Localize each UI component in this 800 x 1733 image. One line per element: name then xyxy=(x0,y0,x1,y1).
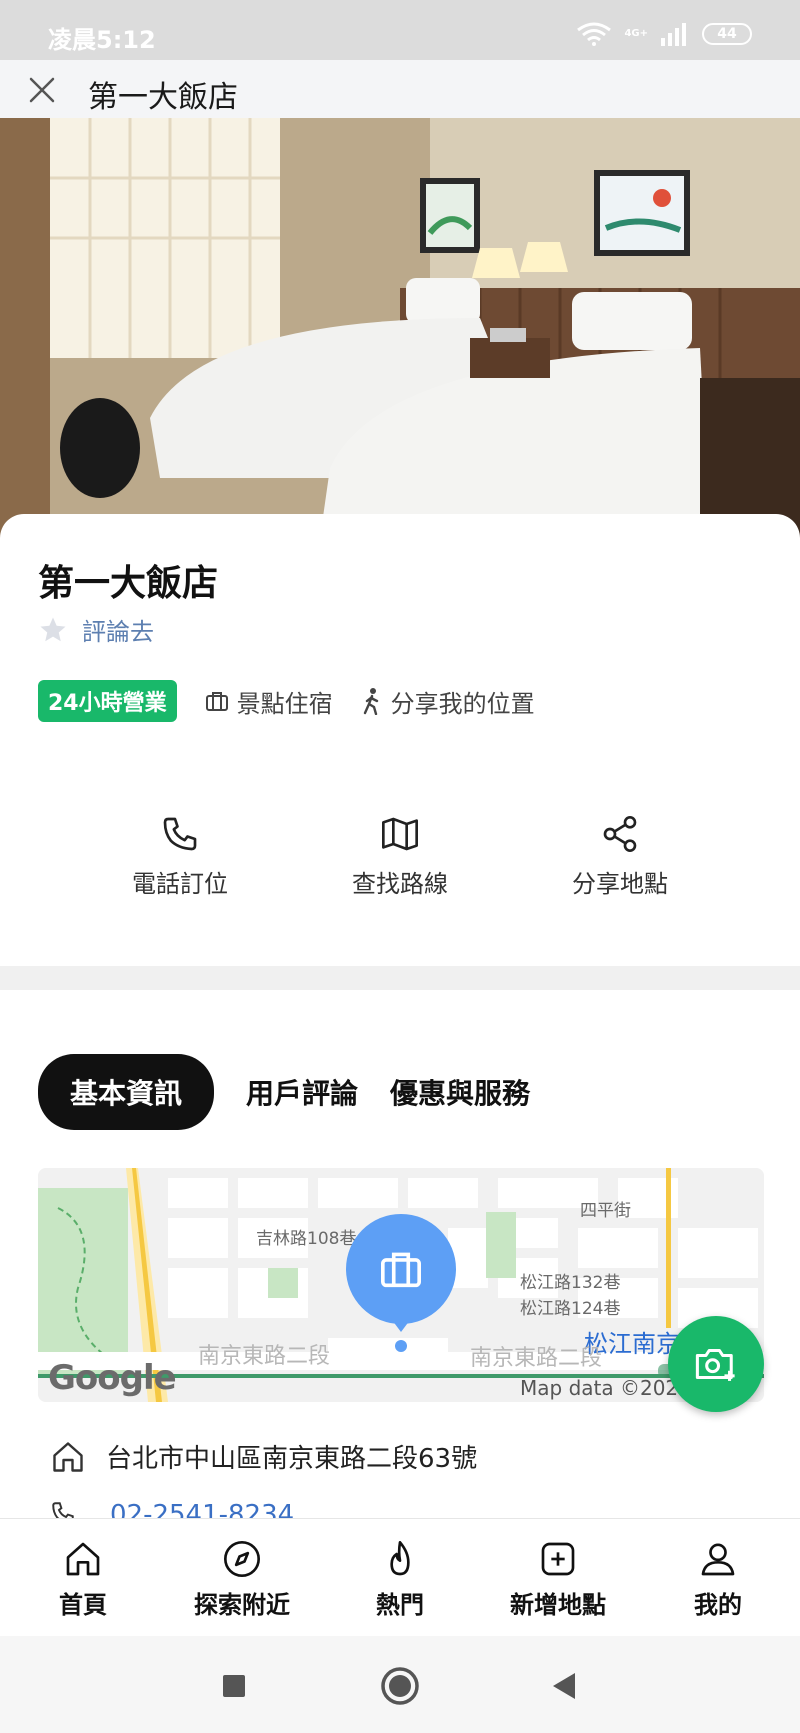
home-icon xyxy=(53,1441,83,1472)
home-system-button[interactable] xyxy=(378,1664,422,1708)
recent-apps-button[interactable] xyxy=(212,1664,256,1708)
location-map[interactable]: 吉林路108巷 四平街 松江路132巷 松江路124巷 松江南京 南京東路二段 … xyxy=(38,1168,764,1402)
square-icon xyxy=(223,1675,245,1697)
signal-icon xyxy=(661,23,686,46)
status-bar: 凌晨5:12 4G+ 44 xyxy=(0,0,800,60)
nav-explore-label: 探索附近 xyxy=(194,1591,290,1619)
address-row[interactable]: 台北市中山區南京東路二段63號 xyxy=(50,1438,477,1475)
close-button[interactable] xyxy=(20,68,64,112)
call-button[interactable]: 電話訂位 xyxy=(100,814,260,924)
nav-add-place[interactable]: 新增地點 xyxy=(488,1539,628,1620)
walking-icon xyxy=(363,688,378,715)
map-label-songjiang-132: 松江路132巷 xyxy=(520,1273,621,1293)
briefcase-icon xyxy=(205,692,228,711)
page-title: 第一大飯店 xyxy=(88,80,238,115)
tab-basic-info[interactable]: 基本資訊 xyxy=(38,1054,215,1130)
bottom-nav: 首頁 探索附近 熱門 新增地點 我的 xyxy=(0,1518,800,1636)
map-label-songjiang-124: 松江路124巷 xyxy=(520,1299,621,1319)
share-location-label: 分享我的位置 xyxy=(390,689,535,718)
nav-me[interactable]: 我的 xyxy=(648,1539,788,1620)
phone-icon xyxy=(163,817,197,851)
review-row[interactable]: 評論去 xyxy=(38,612,154,647)
briefcase-icon xyxy=(381,1252,421,1288)
circle-icon xyxy=(381,1667,419,1705)
map-pin-dot xyxy=(395,1340,407,1352)
review-link[interactable]: 評論去 xyxy=(82,612,154,647)
google-logo: Google xyxy=(48,1358,177,1398)
system-nav-bar xyxy=(0,1636,800,1733)
address-text: 台北市中山區南京東路二段63號 xyxy=(106,1444,478,1474)
tab-reviews[interactable]: 用戶評論 xyxy=(246,1054,358,1130)
share-place-button[interactable]: 分享地點 xyxy=(540,814,700,924)
tab-offers[interactable]: 優惠與服務 xyxy=(390,1054,530,1130)
title-bar: 第一大飯店 xyxy=(0,60,800,118)
category-tag[interactable]: 景點住宿 xyxy=(205,684,333,719)
nav-add-place-label: 新增地點 xyxy=(510,1591,606,1619)
action-row: 電話訂位 查找路線 分享地點 xyxy=(0,814,800,924)
map-icon xyxy=(382,817,418,851)
back-triangle-icon xyxy=(553,1673,575,1699)
back-system-button[interactable] xyxy=(542,1664,586,1708)
battery-indicator: 44 xyxy=(702,23,752,45)
route-label: 查找路線 xyxy=(352,870,448,898)
star-icon xyxy=(40,617,66,641)
network-type: 4G+ xyxy=(624,28,648,39)
place-name: 第一大飯店 xyxy=(38,563,219,604)
wifi-icon xyxy=(577,22,612,46)
detail-tabs: 基本資訊 用戶評論 優惠與服務 xyxy=(38,1054,530,1130)
section-divider xyxy=(0,966,800,990)
nav-explore[interactable]: 探索附近 xyxy=(172,1539,312,1620)
phone-number[interactable]: 02-2541-8234 xyxy=(110,1500,294,1518)
flame-icon xyxy=(390,1541,410,1576)
open-hours-badge: 24小時營業 xyxy=(38,680,177,722)
category-label: 景點住宿 xyxy=(236,689,333,718)
add-square-icon xyxy=(541,1542,575,1576)
add-photo-button[interactable] xyxy=(668,1316,764,1412)
hero-photo[interactable] xyxy=(0,118,800,538)
nav-popular-label: 熱門 xyxy=(376,1591,424,1619)
hotel-room-image xyxy=(0,118,800,538)
phone-icon xyxy=(52,1502,74,1518)
close-icon xyxy=(29,77,55,103)
share-place-label: 分享地點 xyxy=(572,870,668,898)
status-icons: 4G+ 44 xyxy=(576,22,752,46)
nav-popular[interactable]: 熱門 xyxy=(330,1539,470,1620)
map-road-label-left: 南京東路二段 xyxy=(198,1344,331,1369)
phone-row[interactable]: 02-2541-8234 xyxy=(50,1500,294,1518)
map-copyright: Map data ©2020 xyxy=(520,1376,691,1400)
nav-home-label: 首頁 xyxy=(59,1591,107,1619)
map-pin[interactable] xyxy=(346,1214,456,1324)
home-icon xyxy=(66,1542,100,1576)
call-label: 電話訂位 xyxy=(132,870,228,898)
map-label-siping: 四平街 xyxy=(580,1201,631,1221)
nav-me-label: 我的 xyxy=(694,1591,742,1619)
status-time: 凌晨5:12 xyxy=(48,26,156,54)
route-button[interactable]: 查找路線 xyxy=(320,814,480,924)
share-location-tag[interactable]: 分享我的位置 xyxy=(361,684,535,719)
map-pin-tail xyxy=(392,1320,410,1332)
compass-icon xyxy=(224,1541,260,1577)
place-info-card: 第一大飯店 評論去 24小時營業 景點住宿 分享我的位置 電話訂位 查找路線 分… xyxy=(0,514,800,966)
user-icon xyxy=(701,1543,735,1576)
camera-plus-icon xyxy=(695,1348,735,1381)
tag-row: 24小時營業 景點住宿 分享我的位置 xyxy=(38,680,535,722)
map-road-label-right: 南京東路二段 xyxy=(470,1346,603,1371)
map-label-jilin: 吉林路108巷 xyxy=(256,1229,357,1249)
nav-home[interactable]: 首頁 xyxy=(13,1539,153,1620)
share-icon xyxy=(603,816,637,852)
